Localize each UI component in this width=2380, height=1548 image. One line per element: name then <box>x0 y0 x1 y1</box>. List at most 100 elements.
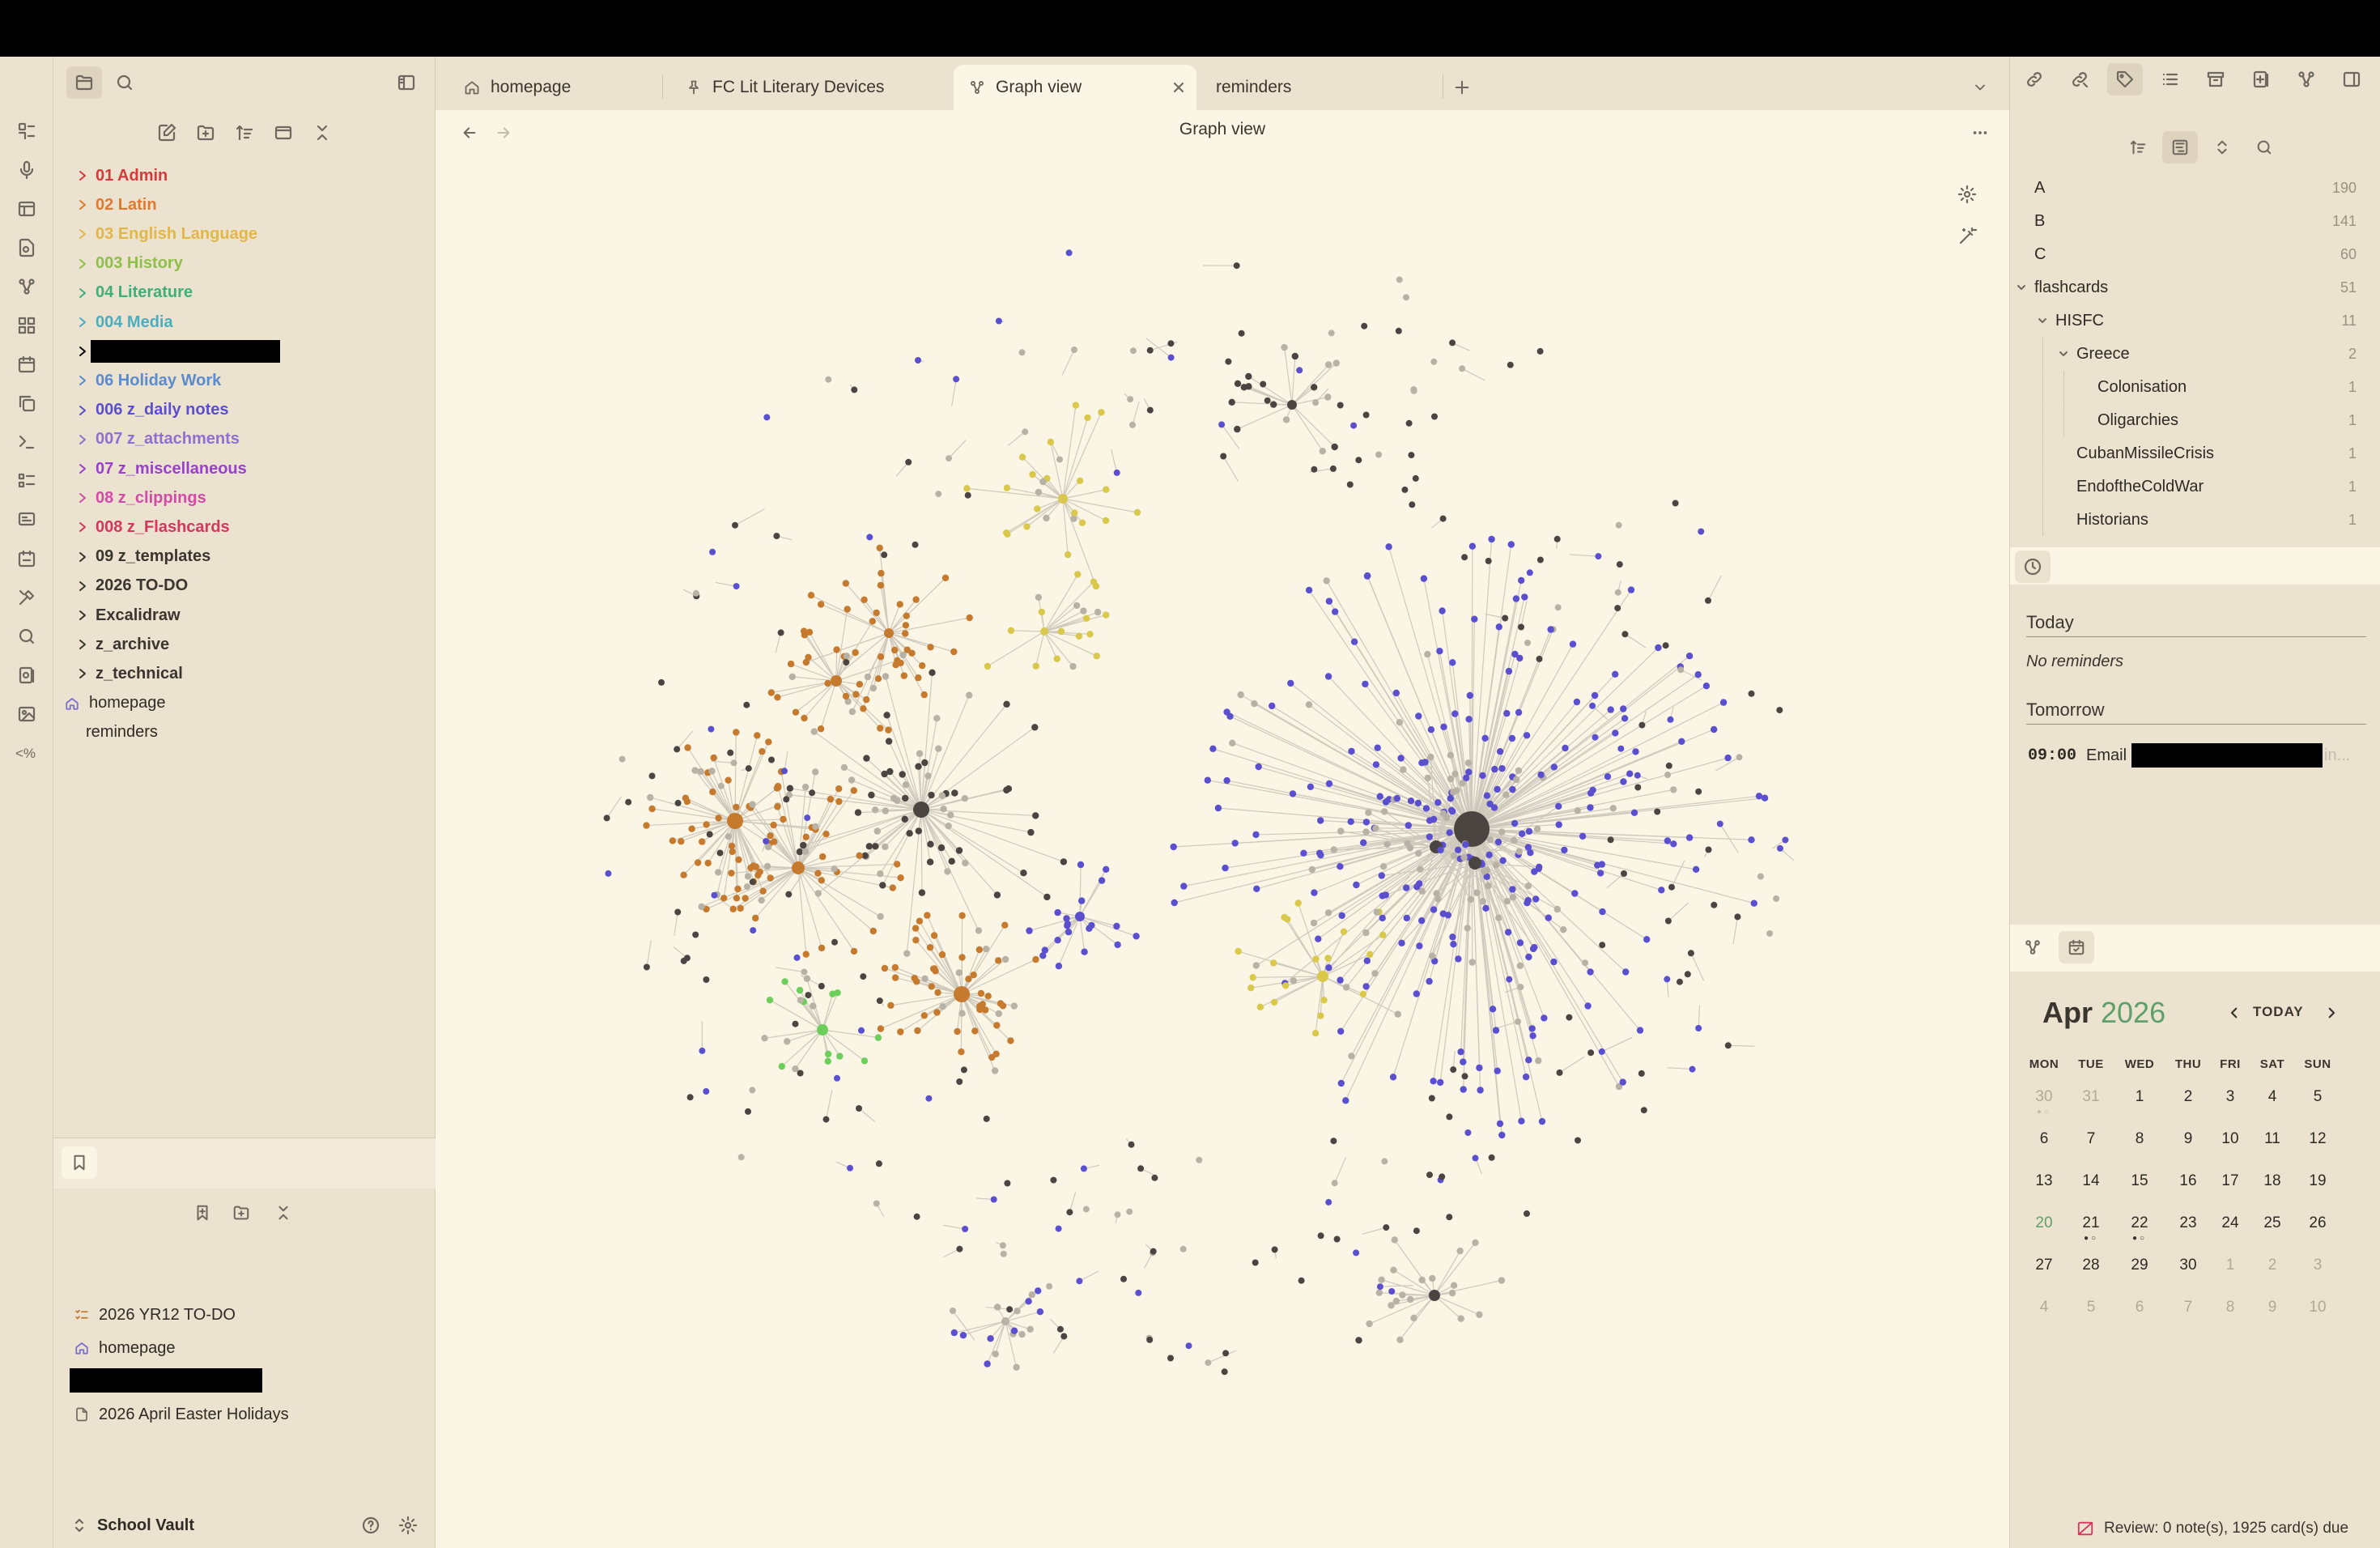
calendar-day[interactable]: 16 <box>2165 1172 2211 1190</box>
graph-node[interactable] <box>1289 790 1297 797</box>
graph-node[interactable] <box>874 1034 882 1041</box>
graph-node[interactable] <box>1464 759 1473 767</box>
graph-node[interactable] <box>975 927 983 934</box>
graph-node[interactable] <box>814 890 822 897</box>
graph-node[interactable] <box>1179 1245 1187 1252</box>
graph-node[interactable] <box>771 838 778 845</box>
graph-node[interactable] <box>1480 868 1488 875</box>
graph-node[interactable] <box>930 932 938 939</box>
graph-node[interactable] <box>678 838 685 845</box>
blocks-icon[interactable] <box>11 309 43 342</box>
graph-node[interactable] <box>1594 861 1601 869</box>
tags-icon[interactable] <box>2107 63 2143 96</box>
graph-node[interactable] <box>877 725 884 732</box>
graph-node[interactable] <box>1571 890 1579 897</box>
graph-node[interactable] <box>1617 745 1625 752</box>
graph-node[interactable] <box>1488 535 1495 543</box>
graph-node[interactable] <box>928 983 935 990</box>
review-flag-icon[interactable] <box>2075 1518 2096 1539</box>
tab-list-chevron-icon[interactable] <box>1966 73 1995 102</box>
graph-node[interactable] <box>1004 1180 1011 1187</box>
graph-node[interactable] <box>1065 929 1073 936</box>
graph-node[interactable] <box>1430 906 1438 913</box>
graph-node[interactable] <box>1416 942 1423 950</box>
calendar-day[interactable]: 6 <box>2117 1299 2162 1316</box>
close-tab-icon[interactable] <box>1167 76 1190 99</box>
graph-node[interactable] <box>1078 519 1086 526</box>
graph-node[interactable] <box>850 787 857 794</box>
graph-node[interactable] <box>852 691 860 698</box>
graph-node[interactable] <box>1379 914 1386 922</box>
graph-node[interactable] <box>1332 608 1339 615</box>
graph-node[interactable] <box>1428 1095 1435 1102</box>
graph-node[interactable] <box>1429 1290 1440 1301</box>
calendar-day[interactable]: 17 <box>2208 1172 2253 1190</box>
graph-node[interactable] <box>1361 322 1368 330</box>
graph-node[interactable] <box>1084 414 1091 422</box>
graph-node[interactable] <box>1381 1158 1388 1165</box>
graph-node[interactable] <box>1362 819 1371 826</box>
graph-node[interactable] <box>916 750 924 757</box>
graph-node[interactable] <box>1222 864 1229 872</box>
graph-node[interactable] <box>792 1065 799 1073</box>
graph-node[interactable] <box>984 1360 991 1367</box>
graph-node[interactable] <box>697 768 704 776</box>
graph-node[interactable] <box>1171 899 1178 907</box>
graph-node[interactable] <box>876 544 883 551</box>
graph-node[interactable] <box>964 491 971 499</box>
tree-folder[interactable]: 007 z_attachments <box>73 426 240 453</box>
graph-node[interactable] <box>1468 959 1476 966</box>
graph-node[interactable] <box>1046 1282 1053 1290</box>
graph-node[interactable] <box>1426 833 1434 840</box>
graph-node[interactable] <box>1006 1306 1014 1313</box>
calendar-day[interactable]: 30 <box>2021 1088 2067 1106</box>
graph-node[interactable] <box>1080 607 1087 615</box>
graph-node[interactable] <box>1524 844 1532 851</box>
graph-node[interactable] <box>827 795 835 803</box>
graph-node[interactable] <box>1575 1137 1581 1144</box>
copy-icon[interactable] <box>11 387 43 419</box>
graph-node[interactable] <box>995 957 1002 964</box>
graph-node[interactable] <box>1446 1113 1453 1121</box>
graph-node[interactable] <box>1483 792 1491 799</box>
graph-node[interactable] <box>1315 935 1322 942</box>
graph-node[interactable] <box>1325 964 1332 972</box>
graph-node[interactable] <box>744 883 750 891</box>
graph-node[interactable] <box>1269 702 1276 710</box>
graph-node[interactable] <box>915 763 922 770</box>
graph-node[interactable] <box>1777 844 1783 852</box>
graph-node[interactable] <box>995 1010 1002 1018</box>
graph-node[interactable] <box>1129 347 1137 355</box>
graph-node[interactable] <box>1677 978 1683 985</box>
graph-node[interactable] <box>1766 930 1774 937</box>
graph-node[interactable] <box>860 973 867 980</box>
graph-node[interactable] <box>1447 751 1455 759</box>
graph-node[interactable] <box>1451 710 1459 717</box>
graph-node[interactable] <box>1018 453 1026 461</box>
graph-node[interactable] <box>894 797 901 805</box>
graph-node[interactable] <box>1426 977 1433 985</box>
graph-node[interactable] <box>1376 793 1383 800</box>
graph-node[interactable] <box>843 653 851 660</box>
graph-node[interactable] <box>869 618 876 625</box>
graph-node[interactable] <box>987 1335 994 1342</box>
graph-node[interactable] <box>711 891 718 899</box>
graph-node[interactable] <box>1524 899 1531 907</box>
graph-node[interactable] <box>1001 955 1009 963</box>
graph-node[interactable] <box>995 317 1002 325</box>
calendar-day[interactable]: 7 <box>2068 1130 2114 1148</box>
graph-node[interactable] <box>1414 799 1422 807</box>
graph-node[interactable] <box>1325 1198 1332 1206</box>
graph-node[interactable] <box>818 877 825 884</box>
graph-node[interactable] <box>1481 734 1489 742</box>
graph-node[interactable] <box>1113 922 1120 930</box>
graph-node[interactable] <box>682 794 690 802</box>
graph-node[interactable] <box>1320 997 1328 1004</box>
graph-node[interactable] <box>774 803 781 810</box>
graph-node[interactable] <box>1003 700 1010 708</box>
graph-node[interactable] <box>975 946 983 954</box>
graph-node[interactable] <box>1684 971 1691 978</box>
graph-node[interactable] <box>926 944 934 951</box>
graph-node[interactable] <box>863 695 870 704</box>
graph-node[interactable] <box>1672 500 1679 507</box>
